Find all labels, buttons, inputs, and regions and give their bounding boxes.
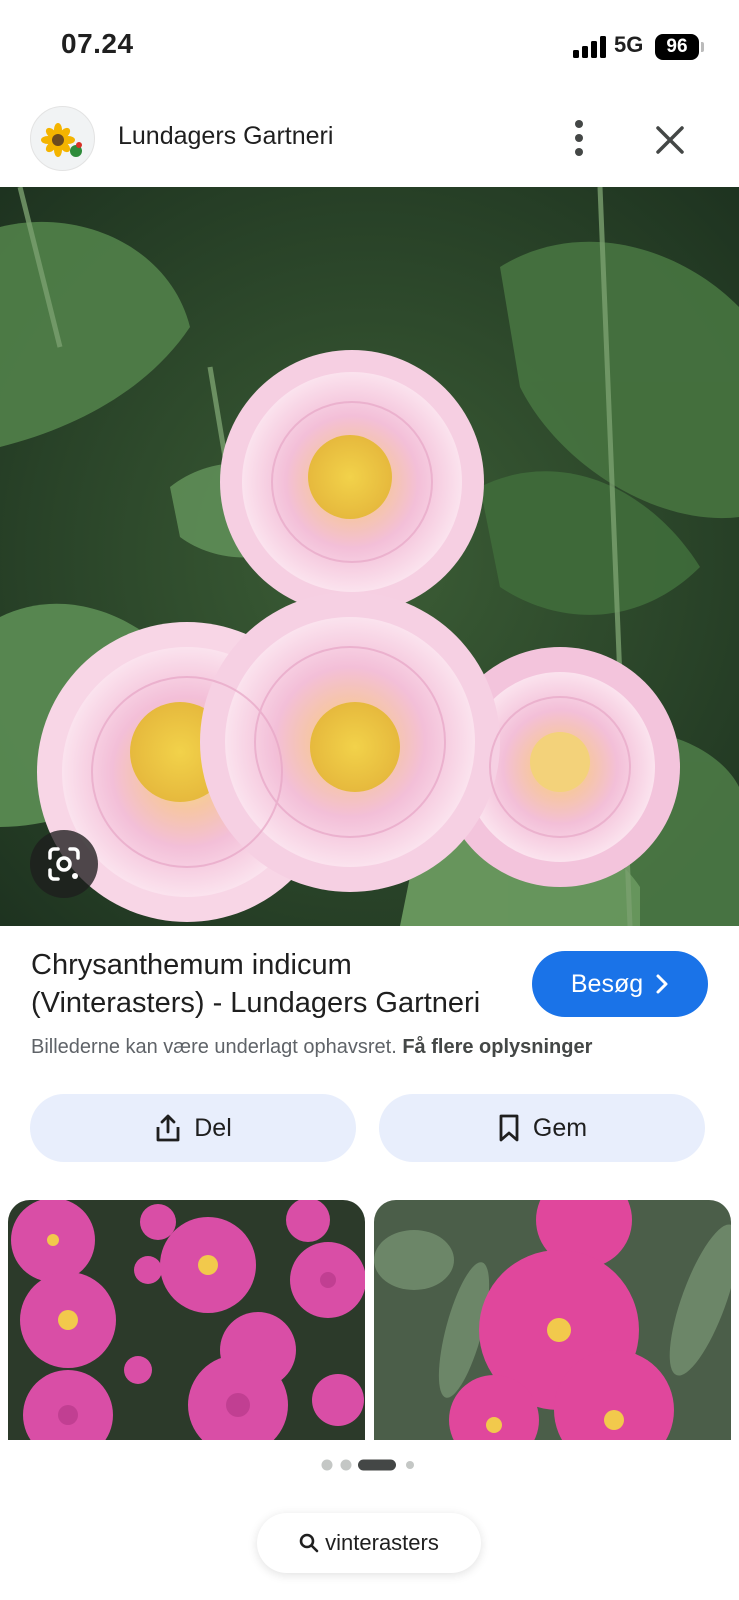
copyright-notice: Billederne kan være underlagt ophavsret.…	[31, 1036, 592, 1059]
more-vertical-icon[interactable]	[562, 116, 596, 160]
related-image-1[interactable]	[8, 1200, 365, 1440]
pink-chrysanthemums-photo	[8, 1200, 365, 1440]
search-icon	[299, 1533, 319, 1553]
result-title-line1: Chrysanthemum indicum	[31, 949, 352, 981]
pager-dot-1	[321, 1459, 333, 1471]
signal-strength-icon	[573, 36, 606, 58]
pagination-dots	[321, 1459, 414, 1471]
chevron-right-icon	[656, 974, 668, 994]
search-query-chip[interactable]: vinterasters	[257, 1513, 481, 1573]
copyright-text: Billederne kan være underlagt ophavsret.	[31, 1036, 397, 1058]
close-icon[interactable]	[650, 120, 690, 160]
chrysanthemum-photo	[0, 187, 739, 926]
main-image[interactable]	[0, 187, 739, 926]
magenta-chrysanthemum-photo	[374, 1200, 731, 1440]
result-title[interactable]: Chrysanthemum indicum (Vinterasters) - L…	[31, 946, 501, 1022]
share-button[interactable]: Del	[30, 1094, 356, 1162]
result-title-line2: (Vinterasters) - Lundagers Gartneri	[31, 987, 481, 1019]
visit-button-label: Besøg	[570, 969, 644, 998]
status-bar: 07.24 5G 96	[0, 0, 739, 96]
site-name[interactable]: Lundagers Gartneri	[118, 122, 333, 151]
save-button[interactable]: Gem	[379, 1094, 705, 1162]
share-button-label: Del	[194, 1113, 232, 1142]
pager-dot-4	[406, 1461, 414, 1469]
lens-search-button[interactable]	[30, 830, 98, 898]
status-time: 07.24	[61, 28, 134, 59]
sunflower-logo-icon	[41, 123, 82, 157]
related-image-2[interactable]	[374, 1200, 731, 1440]
pager-dot-3-active	[358, 1459, 396, 1471]
network-type: 5G	[614, 32, 644, 57]
pager-dot-2	[340, 1459, 352, 1471]
search-query-text: vinterasters	[325, 1530, 439, 1555]
google-lens-icon	[48, 847, 80, 881]
bookmark-icon	[499, 1114, 519, 1142]
save-button-label: Gem	[532, 1113, 588, 1142]
site-logo[interactable]	[30, 106, 95, 171]
source-header: Lundagers Gartneri	[0, 102, 739, 184]
visit-button[interactable]: Besøg	[532, 951, 708, 1017]
more-info-link[interactable]: Få flere oplysninger	[402, 1036, 592, 1058]
battery-tip	[701, 42, 704, 52]
battery-indicator: 96	[655, 34, 699, 60]
share-icon	[156, 1114, 180, 1142]
